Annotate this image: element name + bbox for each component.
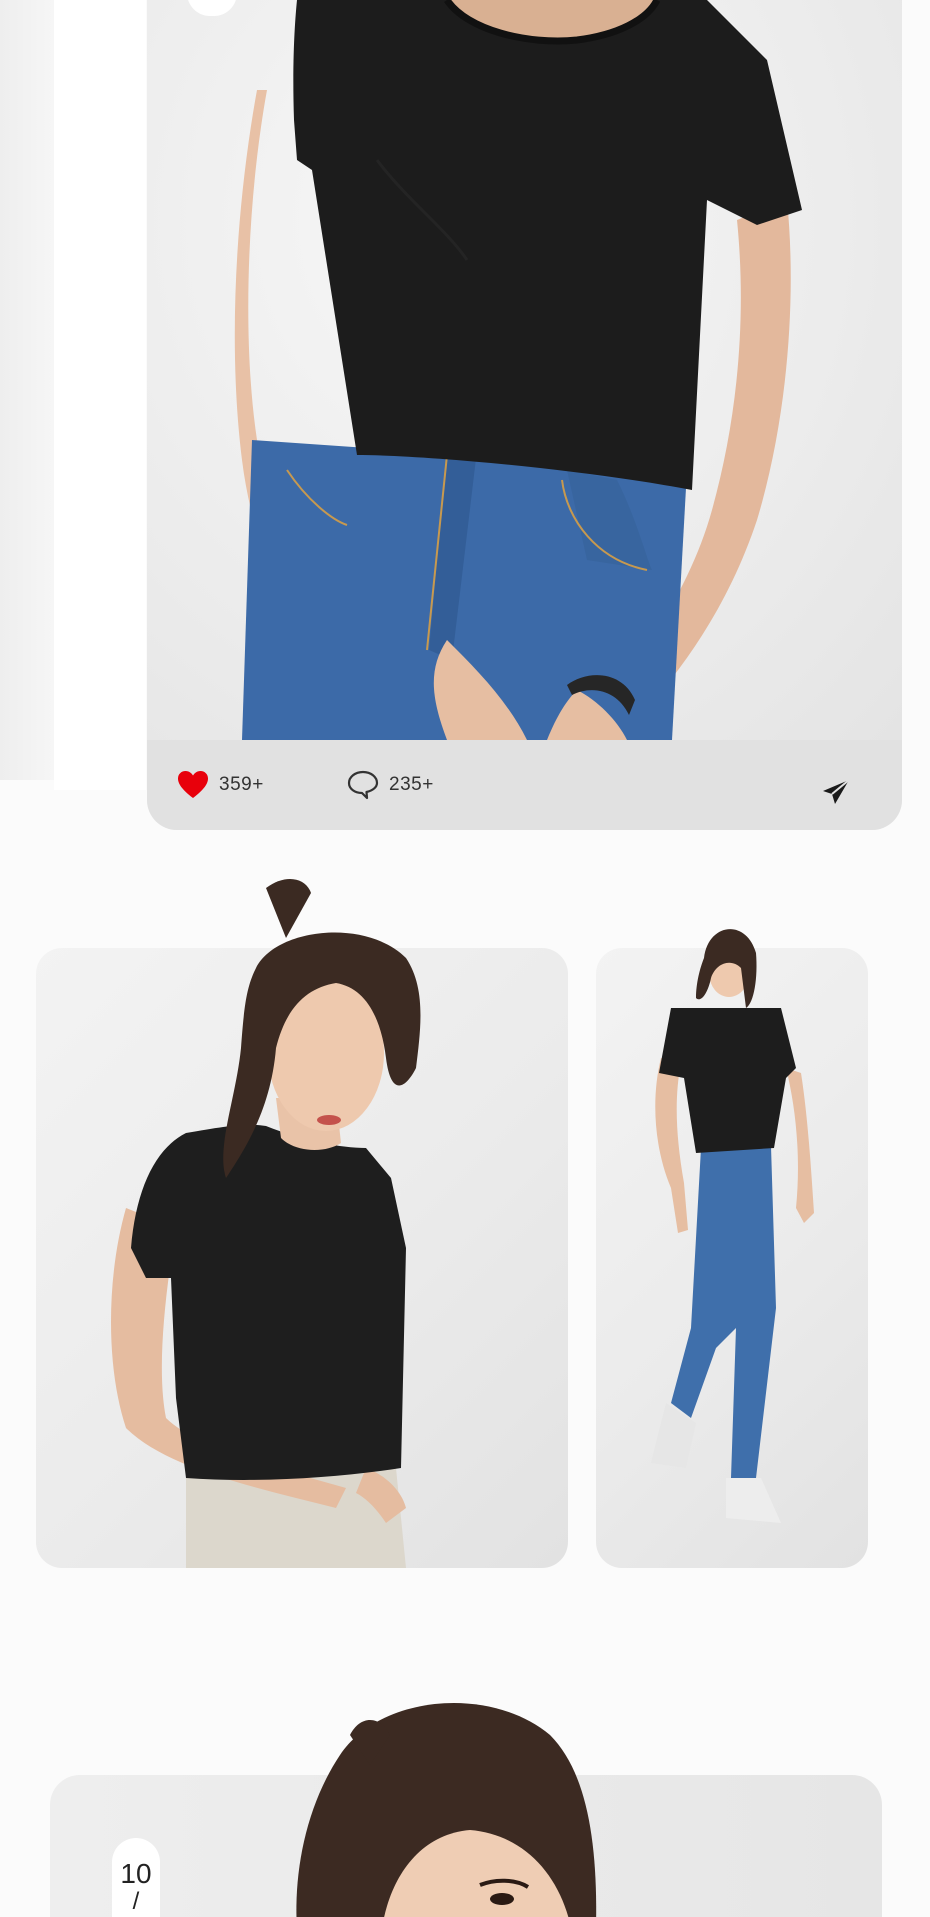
black-tee-fullbody-photo[interactable] (596, 929, 868, 1568)
page-indicator: 10 / (112, 1838, 160, 1917)
comment-stat[interactable]: 235+ (347, 740, 434, 830)
like-stat[interactable]: 359+ (177, 740, 264, 830)
white-decor-strip (54, 0, 146, 790)
black-tee-portrait-photo[interactable] (36, 878, 568, 1568)
hero-post-card: 359+ 235+ (147, 0, 902, 830)
likes-count: 359+ (219, 774, 264, 795)
comments-count: 235+ (389, 774, 434, 795)
page-separator: / (132, 1888, 140, 1915)
black-tee-closeup-photo[interactable] (147, 0, 902, 740)
heart-icon[interactable] (177, 770, 209, 800)
page-current: 10 (120, 1858, 152, 1889)
post-action-bar: 359+ 235+ (147, 740, 902, 830)
product-detail-page: 359+ 235+ 10 / (0, 0, 930, 1917)
left-decor-strip (0, 0, 54, 780)
paper-plane-icon[interactable] (820, 777, 852, 809)
speech-bubble-icon[interactable] (347, 770, 379, 800)
black-tee-face-photo[interactable] (50, 1703, 882, 1917)
